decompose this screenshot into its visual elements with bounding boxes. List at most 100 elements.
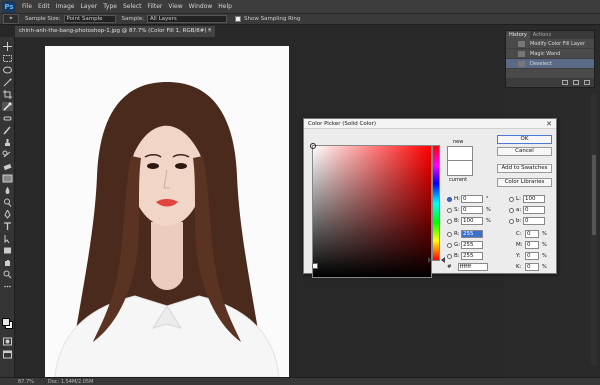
lab-l-radio[interactable]	[509, 196, 514, 202]
hue-radio[interactable]	[447, 196, 452, 202]
add-to-swatches-button[interactable]: Add to Swatches	[497, 164, 552, 173]
magic-wand-tool-icon[interactable]	[2, 78, 13, 87]
hue-slider[interactable]	[432, 145, 440, 261]
blue-row: B: 255	[447, 252, 483, 260]
type-tool-icon[interactable]	[2, 222, 13, 231]
menu-filter[interactable]: Filter	[148, 3, 163, 10]
panel-scrollbar[interactable]	[591, 95, 597, 365]
menu-help[interactable]: Help	[218, 3, 232, 10]
brightness-input[interactable]: 100	[461, 217, 483, 225]
color-cursor[interactable]	[310, 143, 316, 149]
move-tool-icon[interactable]	[2, 42, 13, 51]
healing-brush-tool-icon[interactable]	[2, 114, 13, 123]
eyedropper-tool-icon[interactable]	[2, 102, 13, 111]
marquee-tool-icon[interactable]	[2, 54, 13, 63]
menu-type[interactable]: Type	[103, 3, 117, 10]
lab-a-input[interactable]: 0	[523, 206, 545, 214]
history-brush-tool-icon[interactable]	[2, 150, 13, 159]
green-input[interactable]: 255	[461, 241, 483, 249]
color-picker-dialog: Color Picker (Solid Color) ✕ Only Web Co…	[303, 118, 557, 278]
saturation-input[interactable]: 0	[461, 206, 483, 214]
lab-b-input[interactable]: 0	[523, 217, 545, 225]
lab-b-label: b:	[516, 218, 522, 224]
pen-tool-icon[interactable]	[2, 208, 13, 219]
eraser-tool-icon[interactable]	[2, 162, 13, 171]
hue-input[interactable]: 0	[461, 195, 483, 203]
hand-tool-icon[interactable]	[2, 258, 13, 267]
document-tab[interactable]: chinh-anh-the-bang-photoshop-1.jpg @ 87.…	[15, 26, 215, 37]
eyedropper-tool-preset[interactable]: ⌖	[3, 14, 19, 24]
red-input[interactable]: 255	[461, 230, 483, 238]
foreground-color-swatch[interactable]	[2, 318, 10, 326]
menu-layer[interactable]: Layer	[80, 3, 97, 10]
history-item[interactable]: Modify Color Fill Layer	[506, 39, 594, 49]
tab-actions[interactable]: Actions	[530, 31, 554, 39]
current-color-swatch[interactable]	[447, 161, 473, 176]
hex-input[interactable]: ffffff	[457, 263, 488, 271]
menu-select[interactable]: Select	[123, 3, 142, 10]
lasso-tool-icon[interactable]	[2, 66, 13, 75]
tab-history[interactable]: History	[506, 31, 530, 39]
document-tab-bar: chinh-anh-the-bang-photoshop-1.jpg @ 87.…	[15, 26, 505, 37]
blue-radio[interactable]	[447, 253, 452, 259]
new-document-from-state-icon[interactable]	[562, 80, 568, 85]
lab-l-input[interactable]: 100	[523, 195, 545, 203]
menu-file[interactable]: File	[22, 3, 32, 10]
sample-size-select[interactable]: Point Sample	[63, 15, 116, 23]
path-selection-tool-icon[interactable]	[2, 234, 13, 244]
magenta-input[interactable]: 0	[525, 241, 539, 249]
only-web-colors-checkbox[interactable]	[312, 263, 318, 269]
lab-a-radio[interactable]	[509, 207, 514, 213]
sample-select[interactable]: All Layers	[147, 15, 227, 23]
black-input[interactable]: 0	[525, 263, 539, 271]
zoom-level[interactable]: 87.7%	[18, 379, 34, 385]
menu-window[interactable]: Window	[189, 3, 213, 10]
cancel-button[interactable]: Cancel	[497, 147, 552, 156]
sample-size-label: Sample Size:	[25, 16, 61, 22]
menu-view[interactable]: View	[168, 3, 182, 10]
blue-input[interactable]: 255	[461, 252, 483, 260]
gradient-tool-icon[interactable]	[2, 174, 13, 183]
hue-slider-right-arrow-icon[interactable]	[441, 257, 445, 263]
saturation-radio[interactable]	[447, 207, 452, 213]
only-web-colors[interactable]: Only Web Colors	[312, 263, 366, 269]
menu-edit[interactable]: Edit	[38, 3, 50, 10]
green-radio[interactable]	[447, 242, 452, 248]
sample-label: Sample:	[121, 16, 144, 22]
close-tab-icon[interactable]: ×	[207, 26, 212, 37]
crop-tool-icon[interactable]	[2, 90, 13, 99]
history-item-label: Magic Wand	[530, 50, 561, 57]
brightness-row: B: 100 %	[447, 217, 491, 225]
clone-stamp-tool-icon[interactable]	[2, 138, 13, 147]
delete-state-icon[interactable]	[584, 80, 590, 85]
ok-button[interactable]: OK	[497, 135, 552, 144]
brush-tool-icon[interactable]	[2, 126, 13, 135]
history-item-selected[interactable]: Deselect	[506, 59, 594, 69]
cyan-unit: %	[542, 231, 547, 237]
history-item[interactable]: Magic Wand	[506, 49, 594, 59]
dodge-tool-icon[interactable]	[2, 198, 13, 207]
portrait-photo[interactable]	[45, 46, 289, 377]
new-snapshot-icon[interactable]	[573, 80, 579, 85]
quick-mask-icon[interactable]	[2, 337, 13, 346]
close-icon[interactable]: ✕	[546, 119, 552, 129]
brightness-radio[interactable]	[447, 218, 452, 224]
blur-tool-icon[interactable]	[2, 186, 13, 195]
zoom-tool-icon[interactable]	[2, 270, 13, 279]
shape-tool-icon[interactable]	[2, 246, 13, 255]
screen-mode-icon[interactable]	[2, 350, 13, 359]
cyan-input[interactable]: 0	[525, 230, 539, 238]
menu-image[interactable]: Image	[56, 3, 75, 10]
yellow-input[interactable]: 0	[525, 252, 539, 260]
red-radio[interactable]	[447, 231, 452, 237]
saturation-brightness-field[interactable]	[310, 143, 432, 278]
hue-slider-left-arrow-icon[interactable]	[428, 257, 432, 263]
red-label: R:	[454, 231, 460, 237]
show-sampling-ring-checkbox[interactable]	[235, 16, 241, 22]
more-tools-icon[interactable]	[2, 282, 13, 291]
history-panel-tabs: History Actions	[506, 31, 594, 39]
color-libraries-button[interactable]: Color Libraries	[497, 178, 552, 187]
cyan-row: C: 0 %	[516, 230, 547, 238]
scrollbar-thumb[interactable]	[592, 155, 596, 235]
lab-b-radio[interactable]	[509, 218, 514, 224]
